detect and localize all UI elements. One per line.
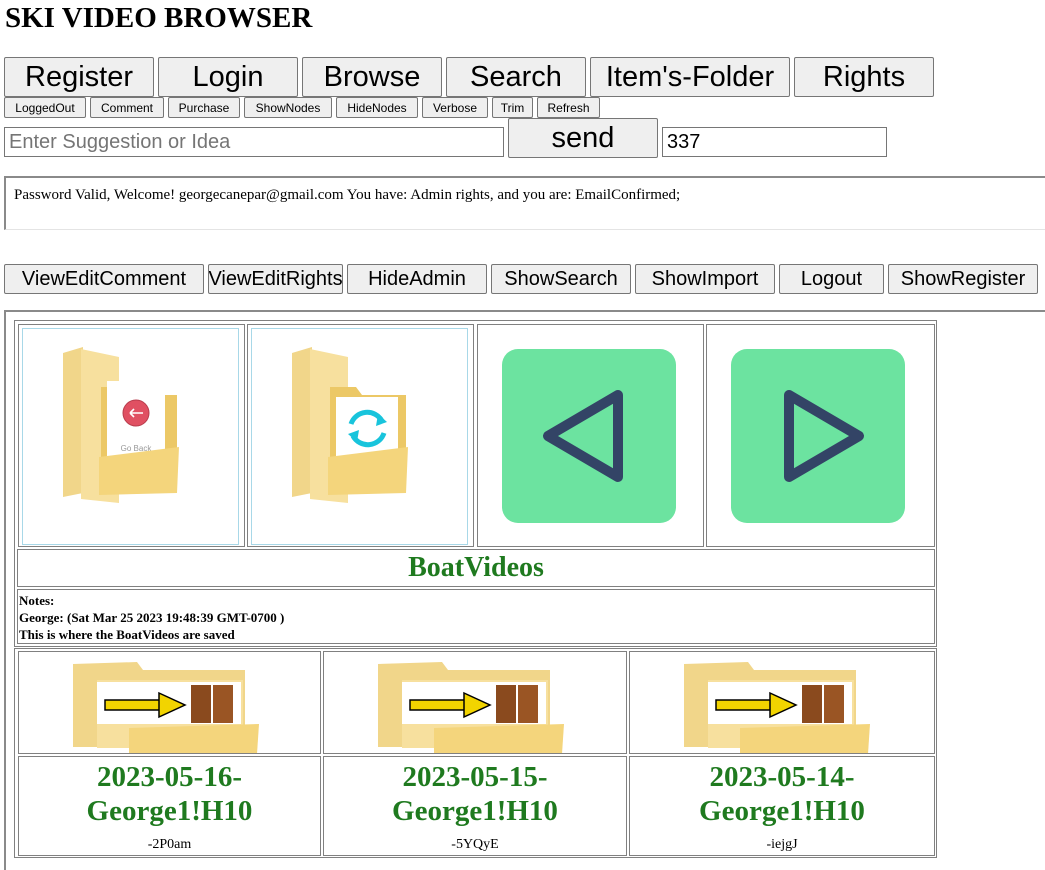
items-folder-button[interactable]: Item's-Folder bbox=[590, 57, 790, 97]
search-button[interactable]: Search bbox=[446, 57, 586, 97]
logged-out-button[interactable]: LoggedOut bbox=[4, 97, 86, 118]
suggestion-input[interactable] bbox=[4, 127, 504, 157]
item-name-line2: George1!H10 bbox=[699, 795, 865, 827]
purchase-button[interactable]: Purchase bbox=[168, 97, 240, 118]
hide-admin-button[interactable]: HideAdmin bbox=[347, 264, 487, 294]
item-name-line1: 2023-05-14- bbox=[709, 761, 855, 793]
item-name-line1: 2023-05-15- bbox=[402, 761, 548, 793]
item-suffix: -5YQyE bbox=[451, 837, 499, 852]
comment-button[interactable]: Comment bbox=[90, 97, 164, 118]
item-folder-tile[interactable] bbox=[18, 651, 321, 754]
item-name-line2: George1!H10 bbox=[392, 795, 558, 827]
refresh-folder-icon bbox=[292, 347, 408, 503]
trim-button[interactable]: Trim bbox=[492, 97, 533, 118]
view-edit-comment-button[interactable]: ViewEditComment bbox=[4, 264, 204, 294]
next-tile[interactable] bbox=[706, 324, 935, 547]
item-name-line2: George1!H10 bbox=[86, 795, 253, 827]
folder-notes: Notes: George: (Sat Mar 25 2023 19:48:39… bbox=[17, 589, 935, 644]
logout-button[interactable]: Logout bbox=[779, 264, 884, 294]
browse-button[interactable]: Browse bbox=[302, 57, 442, 97]
enter-folder-icon bbox=[73, 662, 259, 753]
status-panel: Password Valid, Welcome! georgecanepar@g… bbox=[4, 176, 1045, 230]
verbose-button[interactable]: Verbose bbox=[422, 97, 488, 118]
register-button[interactable]: Register bbox=[4, 57, 154, 97]
enter-folder-icon bbox=[378, 662, 564, 753]
previous-icon bbox=[502, 349, 676, 523]
previous-tile[interactable] bbox=[477, 324, 704, 547]
go-back-tile[interactable]: Go Back bbox=[18, 324, 245, 547]
rights-button[interactable]: Rights bbox=[794, 57, 934, 97]
item-folder-tile[interactable] bbox=[323, 651, 627, 754]
item-suffix: -iejgJ bbox=[766, 837, 798, 852]
item-name-cell[interactable]: 2023-05-15- George1!H10 -5YQyE bbox=[323, 756, 627, 856]
count-field[interactable] bbox=[662, 127, 887, 157]
refresh-tile[interactable] bbox=[247, 324, 474, 547]
page-title: SKI VIDEO BROWSER bbox=[5, 2, 313, 34]
item-name-cell[interactable]: 2023-05-14- George1!H10 -iejgJ bbox=[629, 756, 935, 856]
refresh-button[interactable]: Refresh bbox=[537, 97, 600, 118]
notes-heading: Notes: bbox=[19, 593, 55, 608]
send-button[interactable]: send bbox=[508, 118, 658, 158]
folder-name: BoatVideos bbox=[17, 549, 935, 587]
item-name-line1: 2023-05-16- bbox=[97, 761, 242, 793]
hide-nodes-button[interactable]: HideNodes bbox=[336, 97, 418, 118]
show-import-button[interactable]: ShowImport bbox=[635, 264, 775, 294]
notes-author-line: George: (Sat Mar 25 2023 19:48:39 GMT-07… bbox=[19, 610, 285, 625]
view-edit-rights-button[interactable]: ViewEditRights bbox=[208, 264, 343, 294]
show-nodes-button[interactable]: ShowNodes bbox=[244, 97, 332, 118]
notes-text: This is where the BoatVideos are saved bbox=[19, 627, 235, 642]
show-search-button[interactable]: ShowSearch bbox=[491, 264, 631, 294]
item-name-cell[interactable]: 2023-05-16- George1!H10 -2P0am bbox=[18, 756, 321, 856]
status-message: Password Valid, Welcome! georgecanepar@g… bbox=[14, 187, 681, 203]
item-suffix: -2P0am bbox=[147, 837, 192, 852]
enter-folder-icon bbox=[684, 662, 870, 753]
item-folder-tile[interactable] bbox=[629, 651, 935, 754]
go-back-folder-icon: Go Back bbox=[63, 347, 179, 503]
next-icon bbox=[731, 349, 905, 523]
show-register-button[interactable]: ShowRegister bbox=[888, 264, 1038, 294]
login-button[interactable]: Login bbox=[158, 57, 298, 97]
